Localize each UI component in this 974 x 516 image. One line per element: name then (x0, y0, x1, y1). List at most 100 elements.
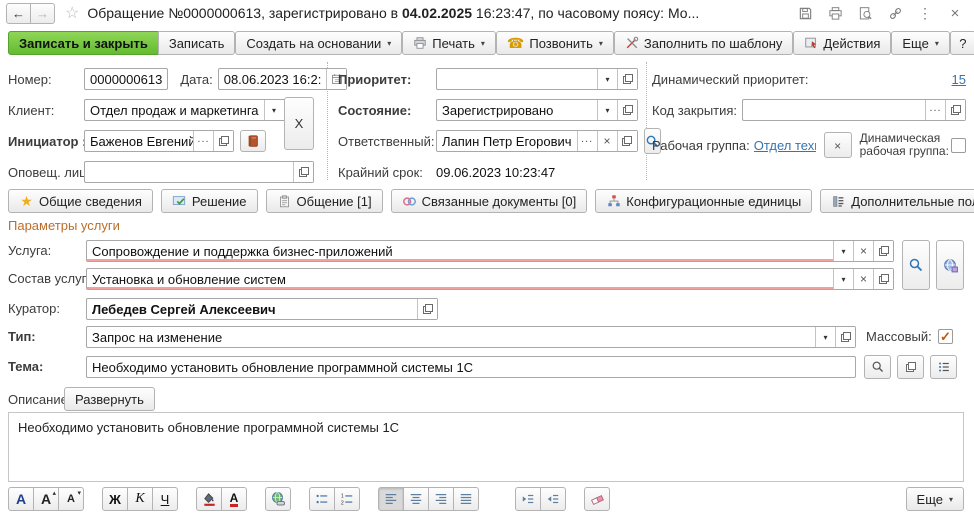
close-code-input[interactable] (742, 99, 966, 121)
number-input[interactable]: 0000000613 (84, 68, 168, 90)
open-icon[interactable] (617, 131, 637, 151)
actions-button[interactable]: Действия (793, 31, 891, 55)
clear-client-button[interactable]: X (284, 97, 314, 150)
fields-list-icon (831, 194, 846, 209)
priority-label: Приоритет: (338, 72, 436, 87)
save-and-close-button[interactable]: Записать и закрыть (8, 31, 159, 55)
service-input[interactable]: Сопровождение и поддержка бизнес-приложе… (86, 240, 894, 262)
dropdown-icon[interactable] (833, 241, 853, 261)
clear-icon[interactable] (853, 269, 873, 289)
bold-button[interactable]: Ж (102, 487, 128, 511)
description-editor[interactable]: Необходимо установить обновление програм… (8, 412, 964, 482)
clear-format-button[interactable] (584, 487, 610, 511)
workgroup-link[interactable]: Отдел техн... (754, 138, 816, 153)
open-icon[interactable] (835, 327, 855, 347)
close-icon[interactable] (946, 4, 964, 22)
dropdown-icon[interactable] (264, 100, 284, 120)
open-icon[interactable] (617, 100, 637, 120)
open-icon[interactable] (293, 162, 313, 182)
tab-label: Решение (192, 194, 247, 209)
section-title-service-params: Параметры услуги (8, 218, 120, 233)
dropdown-icon[interactable] (597, 69, 617, 89)
dynamic-workgroup-checkbox[interactable] (951, 138, 966, 153)
subject-open-button[interactable] (897, 355, 924, 379)
choose-icon[interactable] (577, 131, 597, 151)
format-more-button[interactable]: Еще (906, 487, 964, 511)
open-icon[interactable] (873, 269, 893, 289)
curator-input[interactable]: Лебедев Сергей Алексеевич (86, 298, 438, 320)
clear-icon[interactable] (597, 131, 617, 151)
open-icon[interactable] (213, 131, 233, 151)
print-button[interactable]: Печать (402, 31, 496, 55)
subject-input[interactable]: Необходимо установить обновление програм… (86, 356, 856, 378)
highlight-color-button[interactable] (196, 487, 222, 511)
open-icon[interactable] (617, 69, 637, 89)
dropdown-icon[interactable] (597, 100, 617, 120)
font-color-button[interactable]: А (221, 487, 247, 511)
state-input[interactable]: Зарегистрировано (436, 99, 638, 121)
date-input[interactable]: 08.06.2023 16:2: (218, 68, 348, 90)
indent-increase-button[interactable] (515, 487, 541, 511)
hyperlink-button[interactable] (265, 487, 291, 511)
preview-icon[interactable] (856, 4, 874, 22)
client-input[interactable]: Отдел продаж и маркетинга (84, 99, 305, 121)
bullet-list-button[interactable] (309, 487, 335, 511)
priority-input[interactable] (436, 68, 638, 90)
subject-list-button[interactable] (930, 355, 957, 379)
tab-additional-fields[interactable]: Дополнительные поля [2] (820, 189, 974, 213)
back-button[interactable]: ← (6, 3, 31, 24)
numbered-list-button[interactable]: 12 (334, 487, 360, 511)
italic-button[interactable]: К (127, 487, 153, 511)
align-left-button[interactable] (378, 487, 404, 511)
choose-icon[interactable] (193, 131, 213, 151)
help-button[interactable]: ? (950, 31, 974, 55)
dropdown-icon[interactable] (815, 327, 835, 347)
indent-decrease-button[interactable] (540, 487, 566, 511)
notify-persons-input[interactable] (84, 161, 314, 183)
create-based-on-button[interactable]: Создать на основании (235, 31, 402, 55)
underline-button[interactable]: Ч (152, 487, 178, 511)
more-button[interactable]: Еще (891, 31, 949, 55)
print-icon[interactable] (826, 4, 844, 22)
service-part-input[interactable]: Установка и обновление систем (86, 268, 894, 290)
expand-description-button[interactable]: Развернуть (64, 387, 155, 411)
notify-persons-label: Оповещ. лица: (8, 165, 84, 180)
open-icon[interactable] (873, 241, 893, 261)
align-center-button[interactable] (403, 487, 429, 511)
link-icon[interactable] (886, 4, 904, 22)
font-button[interactable]: А (8, 487, 34, 511)
workgroup-clear-button[interactable] (824, 132, 852, 158)
fill-by-template-button[interactable]: Заполнить по шаблону (614, 31, 793, 55)
tab-general[interactable]: ★ Общие сведения (8, 189, 153, 213)
save-button[interactable]: Записать (158, 31, 236, 55)
align-justify-button[interactable] (453, 487, 479, 511)
tab-communication[interactable]: Общение [1] (266, 189, 383, 213)
service-search-button[interactable] (902, 240, 930, 290)
open-icon[interactable] (945, 100, 965, 120)
service-network-button[interactable] (936, 240, 964, 290)
tab-solution[interactable]: Решение (161, 189, 258, 213)
type-input[interactable]: Запрос на изменение (86, 326, 856, 348)
subject-search-button[interactable] (864, 355, 891, 379)
contact-book-button[interactable] (240, 130, 266, 152)
tab-label: Дополнительные поля [2] (851, 194, 974, 209)
more-vertical-icon[interactable] (916, 4, 934, 22)
call-button[interactable]: ☎ Позвонить (496, 31, 614, 55)
favorite-star-icon[interactable]: ☆ (65, 3, 79, 23)
tab-configuration-units[interactable]: Конфигурационные единицы (595, 189, 812, 213)
clear-icon[interactable] (853, 241, 873, 261)
paint-bucket-icon (202, 492, 217, 507)
font-size-down-button[interactable]: А▾ (58, 487, 84, 511)
tab-linked-documents[interactable]: Связанные документы [0] (391, 189, 588, 213)
open-icon[interactable] (417, 299, 437, 319)
save-icon[interactable] (796, 4, 814, 22)
responsible-input[interactable]: Лапин Петр Егорович (436, 130, 638, 152)
mass-checkbox[interactable] (938, 329, 953, 344)
font-size-up-button[interactable]: А▴ (33, 487, 59, 511)
align-right-button[interactable] (428, 487, 454, 511)
dropdown-icon[interactable] (833, 269, 853, 289)
choose-icon[interactable] (925, 100, 945, 120)
dynamic-priority-link[interactable]: 15 (952, 72, 966, 87)
initiator-input[interactable]: Баженов Евгений Мак (84, 130, 234, 152)
forward-button[interactable]: → (30, 3, 55, 24)
